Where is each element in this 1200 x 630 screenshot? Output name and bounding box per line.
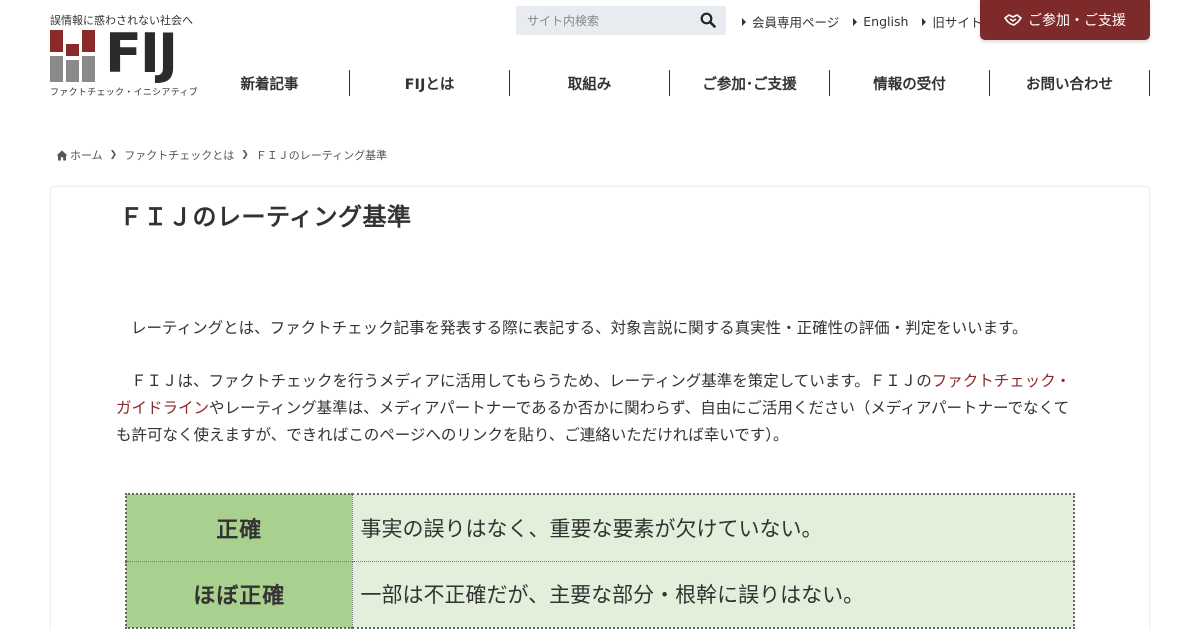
member-page-link[interactable]: 会員専用ページ — [742, 12, 839, 31]
member-page-label: 会員専用ページ — [752, 15, 840, 30]
rating-desc-mostly-accurate: 一部は不正確だが、主要な部分・根幹に誤りはない。 — [351, 560, 1075, 629]
table-row: ほぼ正確 一部は不正確だが、主要な部分・根幹に誤りはない。 — [125, 560, 1075, 629]
rating-label-accurate: 正確 — [125, 493, 353, 562]
breadcrumb: ホーム ❯ ファクトチェックとは ❯ ＦＩＪのレーティング基準 — [56, 147, 387, 163]
usage-paragraph: ＦＩＪは、ファクトチェックを行うメディアに活用してもらうため、レーティング基準を… — [116, 368, 1081, 449]
chevron-right-icon: ❯ — [109, 150, 118, 160]
nav-item-about[interactable]: FIJとは — [350, 70, 510, 96]
handshake-icon — [1004, 14, 1022, 26]
caret-right-icon — [853, 17, 858, 26]
breadcrumb-current: ＦＩＪのレーティング基準 — [255, 149, 388, 162]
search-input[interactable] — [516, 6, 696, 35]
join-support-label: ご参加・ご支援 — [1028, 13, 1126, 29]
search-icon[interactable] — [700, 12, 716, 28]
english-label: English — [863, 14, 909, 29]
nav-item-news[interactable]: 新着記事 — [190, 70, 350, 96]
breadcrumb-parent[interactable]: ファクトチェックとは — [124, 147, 234, 163]
article-card: ＦＩＪのレーティング基準 レーティングとは、ファクトチェック記事を発表する際に表… — [50, 186, 1150, 630]
logo-text: FIJ — [105, 22, 178, 85]
chevron-right-icon: ❯ — [241, 150, 249, 160]
table-row: 正確 事実の誤りはなく、重要な要素が欠けていない。 — [125, 493, 1075, 562]
top-links: 会員専用ページ English 旧サイト — [742, 12, 982, 31]
global-nav: 新着記事 FIJとは 取組み ご参加･ご支援 情報の受付 お問い合わせ — [190, 70, 1150, 96]
old-site-label: 旧サイト — [932, 15, 983, 30]
join-support-button[interactable]: ご参加・ご支援 — [980, 0, 1150, 40]
caret-right-icon — [742, 17, 746, 26]
site-logo[interactable]: FIJ ファクトチェック・イニシアティブ — [50, 24, 199, 98]
nav-item-reports[interactable]: 情報の受付 — [830, 70, 990, 96]
nav-item-contact[interactable]: お問い合わせ — [990, 70, 1150, 96]
rating-table: 正確 事実の誤りはなく、重要な要素が欠けていない。 ほぼ正確 一部は不正確だが、… — [125, 493, 1075, 629]
logo-subtitle: ファクトチェック・イニシアティブ — [50, 88, 199, 98]
english-link[interactable]: English — [853, 12, 908, 31]
nav-item-activities[interactable]: 取組み — [510, 70, 670, 96]
nav-item-support[interactable]: ご参加･ご支援 — [670, 70, 830, 96]
intro-paragraph: レーティングとは、ファクトチェック記事を発表する際に表記する、対象言説に関する真… — [131, 319, 1028, 337]
rating-label-mostly-accurate: ほぼ正確 — [125, 560, 353, 629]
site-search — [516, 6, 726, 35]
usage-text-a: ＦＩＪは、ファクトチェックを行うメディアに活用してもらうため、レーティング基準を… — [131, 372, 932, 390]
page-title: ＦＩＪのレーティング基準 — [119, 203, 412, 231]
home-icon[interactable] — [56, 150, 68, 161]
breadcrumb-home[interactable]: ホーム — [70, 147, 103, 163]
usage-text-b: やレーティング基準は、メディアパートナーであるか否かに関わらず、自由にご活用くだ… — [116, 399, 1070, 444]
logo-mark — [50, 30, 98, 82]
old-site-link[interactable]: 旧サイト — [922, 12, 982, 31]
rating-desc-accurate: 事実の誤りはなく、重要な要素が欠けていない。 — [351, 493, 1075, 562]
caret-right-icon — [922, 17, 927, 26]
